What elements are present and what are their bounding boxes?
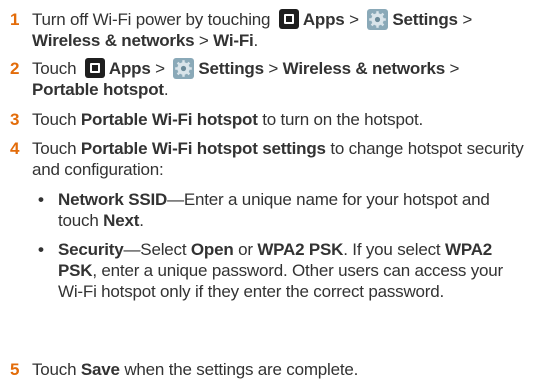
settings-label: Settings	[198, 59, 264, 78]
step-number: 5	[10, 360, 20, 379]
step-bold-label: Portable Wi-Fi hotspot	[80, 110, 258, 129]
open-label: Open	[190, 240, 234, 259]
bullet-text: Network SSID—Enter a unique name for you…	[58, 189, 527, 231]
separator: >	[198, 31, 209, 50]
bullet-text: Security—Select Open or WPA2 PSK. If you…	[58, 239, 527, 302]
separator: >	[155, 59, 165, 78]
settings-label: Settings	[392, 10, 458, 29]
step-text-part: Touch	[32, 139, 77, 158]
step-bold-label: Portable Wi-Fi hotspot settings	[80, 139, 326, 158]
step-text: Touch Portable Wi-Fi hotspot to turn on …	[32, 109, 527, 130]
step-number: 2	[10, 59, 20, 78]
separator: >	[268, 59, 279, 78]
apps-icon	[278, 9, 299, 29]
bullet-label: Network SSID	[58, 190, 168, 209]
step-text: Touch Apps > Settings > Wireless & netwo…	[32, 58, 527, 100]
step-text: Touch Save when the settings are complet…	[32, 359, 527, 380]
save-label: Save	[80, 360, 120, 379]
settings-gear-icon	[173, 58, 195, 79]
instructions-document: 1 Turn off Wi-Fi power by touching Apps …	[0, 0, 533, 386]
step-number: 4	[10, 139, 20, 158]
bullet-symbol: •	[38, 190, 44, 209]
step-text: Touch Portable Wi-Fi hotspot settings to…	[32, 138, 527, 180]
wpa2-psk-label: WPA2 PSK	[257, 240, 344, 259]
separator: >	[462, 10, 473, 29]
step-text: Turn off Wi-Fi power by touching Apps > …	[32, 9, 527, 51]
step-text-part: Touch	[32, 360, 77, 379]
apps-label: Apps	[108, 59, 151, 78]
step-text-part: Touch	[32, 59, 77, 78]
step-number: 1	[10, 10, 20, 29]
wireless-label: Wireless & networks	[282, 59, 446, 78]
bullet-text-part: —Select	[123, 240, 187, 259]
bullet-text-part: . If you select	[343, 240, 441, 259]
step-number: 3	[10, 110, 20, 129]
step-text-part: .	[163, 80, 169, 99]
bullet-symbol: •	[38, 240, 44, 259]
step-text-part: to turn on the hotspot.	[262, 110, 423, 129]
step-text-part: Touch	[32, 110, 77, 129]
apps-label: Apps	[302, 10, 345, 29]
separator: >	[449, 59, 460, 78]
settings-gear-icon	[367, 9, 389, 30]
bullet-text-part: .	[139, 211, 144, 230]
apps-icon	[84, 58, 105, 78]
bullet-text-part: , enter a unique password. Other users c…	[58, 261, 503, 301]
step-text-part: Turn off Wi-Fi power by touching	[32, 10, 271, 29]
separator: >	[349, 10, 359, 29]
wifi-label: Wi-Fi	[213, 31, 254, 50]
step-text-part: when the settings are complete.	[124, 360, 359, 379]
next-label: Next	[103, 211, 140, 230]
bullet-label: Security	[58, 240, 124, 259]
wireless-label: Wireless & networks	[32, 31, 195, 50]
bullet-text-part: or	[238, 240, 253, 259]
portable-hotspot-label: Portable hotspot	[32, 80, 164, 99]
step-text-part: .	[253, 31, 259, 50]
